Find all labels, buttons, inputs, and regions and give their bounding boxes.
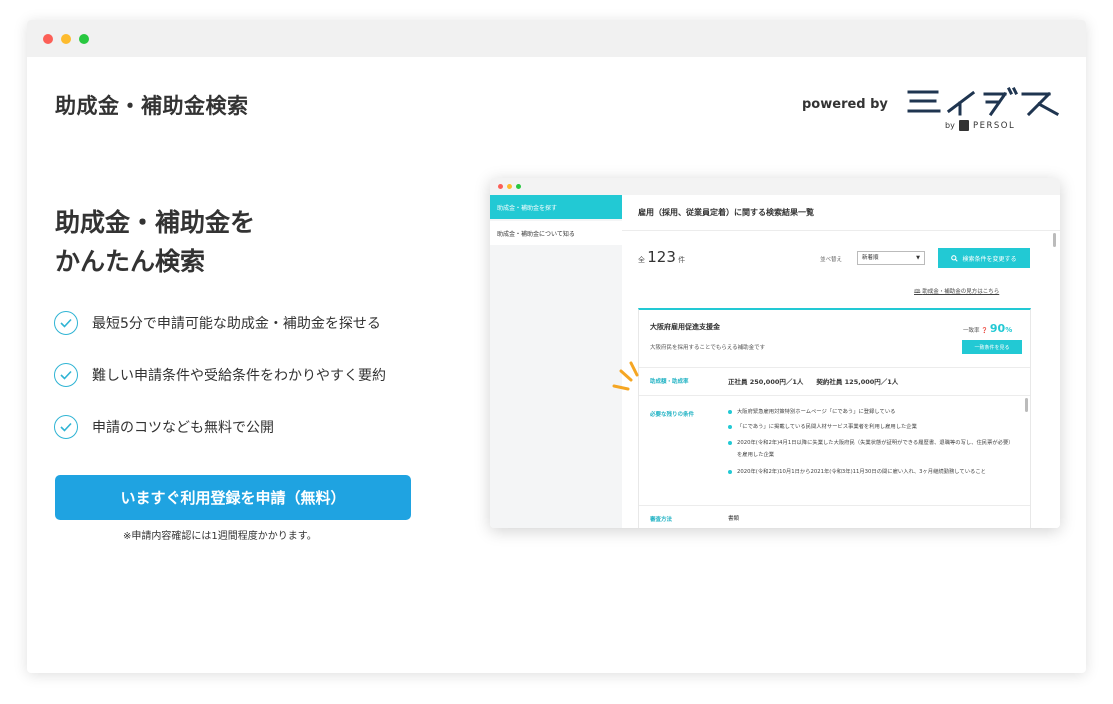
close-window-dot[interactable]: [43, 34, 53, 44]
hero-line-1: 助成金・補助金を: [55, 208, 256, 237]
change-search-label: 検索条件を変更する: [962, 255, 1017, 263]
search-icon: [951, 254, 959, 262]
preview-close-dot: [498, 184, 503, 189]
preview-change-search-button: 検索条件を変更する: [938, 248, 1030, 268]
card-conditions-row: 必要な残りの条件 大阪府緊急雇用対策特別ホームページ「にであう」に登録している …: [639, 395, 1030, 505]
amount-label: 助成額・助成率: [650, 379, 689, 385]
match-unit: %: [1005, 326, 1013, 334]
count-unit: 件: [678, 256, 686, 264]
book-icon: 🕮: [914, 289, 923, 295]
feature-text: 申請のコツなども無料で公開: [92, 420, 274, 436]
card-match-rate: 一致率 ❓ 90%: [963, 322, 1012, 335]
card-name: 大阪府雇用促進支援金: [650, 323, 720, 331]
feature-text: 最短5分で申請可能な助成金・補助金を探せる: [92, 316, 381, 332]
register-button[interactable]: いますぐ利用登録を申請（無料）: [55, 475, 411, 520]
sparkle-accent-icon: [612, 361, 639, 391]
help-icon: ❓: [981, 328, 990, 334]
condition-item: 大阪府緊急雇用対策特別ホームページ「にであう」に登録している: [728, 406, 1018, 418]
condition-text: 大阪府緊急雇用対策特別ホームページ「にであう」に登録している: [737, 409, 896, 415]
preview-sidebar: 助成金・補助金を探す 助成金・補助金について知る: [490, 195, 622, 528]
condition-text: 2020年(令和2年)10月1日から2021年(令和3年)11月30日の間に雇い…: [737, 469, 986, 475]
card-scrollbar: [1025, 398, 1028, 412]
preview-result-count: 全 123 件: [638, 248, 685, 266]
sort-value: 新着順: [862, 255, 879, 261]
amount-value: 正社員 250,000円／1人 契約社員 125,000円／1人: [728, 378, 899, 386]
match-label: 一致率: [963, 328, 980, 334]
condition-text: 「にであう」に掲載している民間人材サービス事業者を利用し雇用した企業: [737, 424, 917, 430]
chevron-down-icon: ▼: [916, 255, 920, 261]
condition-item: 2020年(令和2年)4月1日以降に失業した大阪府民（失業状態が証明ができる履歴…: [728, 437, 1018, 461]
feature-item: 難しい申請条件や受給条件をわかりやすく要約: [54, 362, 386, 388]
match-value: 90: [989, 322, 1006, 335]
preview-help-link: 🕮 助成金・補助金の見方はこちら: [914, 287, 999, 297]
logo-persol-text: PERSOL: [973, 121, 1016, 131]
feature-item: 申請のコツなども無料で公開: [54, 414, 386, 440]
preview-result-card: 大阪府雇用促進支援金 大阪府民を採用することでもらえる補助金です 一致率 ❓ 9…: [638, 308, 1031, 528]
help-link-text: 助成金・補助金の見方はこちら: [922, 289, 1000, 295]
preview-sort-label: 並べ替え: [820, 257, 843, 263]
conditions-label: 必要な残りの条件: [650, 412, 695, 418]
condition-item: 「にであう」に掲載している民間人材サービス事業者を利用し雇用した企業: [728, 421, 1018, 433]
check-circle-icon: [54, 415, 78, 439]
hero-line-2: かんたん検索: [55, 247, 206, 276]
preview-main: 雇用（採用、従業員定着）に関する検索結果一覧 全 123 件 並べ替え 新着順 …: [622, 195, 1060, 528]
card-method-row: 審査方法 書類: [639, 505, 1030, 528]
method-label: 審査方法: [650, 517, 673, 523]
check-circle-icon: [54, 311, 78, 335]
maximize-window-dot[interactable]: [79, 34, 89, 44]
minimize-window-dot[interactable]: [61, 34, 71, 44]
register-note: ※申請内容確認には1週間程度かかります。: [123, 531, 317, 542]
preview-nav-about: 助成金・補助金について知る: [490, 221, 622, 245]
powered-by-label: powered by: [802, 97, 888, 112]
count-prefix: 全: [638, 256, 645, 264]
browser-window: 助成金・補助金検索 powered by by PERSOL 助成金・補助金を …: [27, 20, 1086, 673]
page-title: 助成金・補助金検索: [55, 94, 249, 118]
check-circle-icon: [54, 363, 78, 387]
condition-text: 2020年(令和2年)4月1日以降に失業した大阪府民（失業状態が証明ができる履歴…: [737, 440, 1014, 458]
feature-item: 最短5分で申請可能な助成金・補助金を探せる: [54, 310, 386, 336]
preview-nav-search: 助成金・補助金を探す: [490, 195, 622, 219]
logo-by-text: by: [945, 121, 955, 130]
preview-maximize-dot: [516, 184, 521, 189]
preview-sort-select: 新着順 ▼: [857, 251, 925, 265]
hero-heading: 助成金・補助金を かんたん検索: [55, 203, 255, 281]
app-preview-screenshot: 助成金・補助金を探す 助成金・補助金について知る 雇用（採用、従業員定着）に関す…: [490, 178, 1060, 528]
card-detail-button: 一致条件を見る: [962, 340, 1022, 354]
count-number: 123: [647, 248, 676, 266]
preview-heading: 雇用（採用、従業員定着）に関する検索結果一覧: [622, 195, 1060, 231]
method-value: 書類: [728, 516, 740, 522]
card-description: 大阪府民を採用することでもらえる補助金です: [650, 345, 766, 351]
card-amount-row: 助成額・助成率 正社員 250,000円／1人 契約社員 125,000円／1人: [639, 367, 1030, 395]
preview-titlebar: [490, 178, 1060, 195]
preview-scrollbar: [1053, 233, 1056, 247]
condition-item: 2020年(令和2年)10月1日から2021年(令和3年)11月30日の間に雇い…: [728, 466, 1018, 478]
preview-minimize-dot: [507, 184, 512, 189]
feature-list: 最短5分で申請可能な助成金・補助金を探せる 難しい申請条件や受給条件をわかりやす…: [54, 310, 386, 466]
feature-text: 難しい申請条件や受給条件をわかりやすく要約: [92, 368, 386, 384]
window-titlebar: [27, 20, 1086, 57]
persol-mark-icon: [959, 120, 969, 131]
